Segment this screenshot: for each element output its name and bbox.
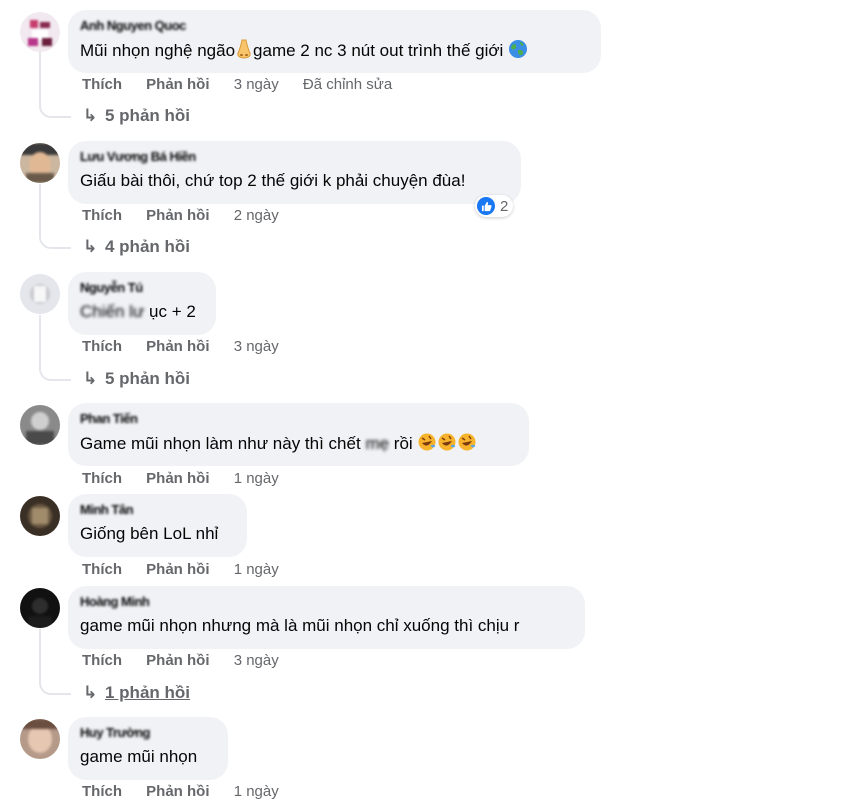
avatar-image: [20, 496, 60, 536]
comment-bubble: Phan Tiến Game mũi nhọn làm như này thì …: [68, 403, 529, 466]
avatar[interactable]: [20, 274, 60, 314]
avatar-image: [20, 12, 60, 52]
comment-timestamp[interactable]: 1 ngày: [234, 561, 279, 578]
globe-emoji-icon: [508, 39, 528, 65]
reply-arrow-icon: ↳: [83, 237, 98, 256]
reply-button[interactable]: Phản hồi: [146, 76, 209, 93]
view-replies-link[interactable]: ↳ 4 phản hồi: [83, 236, 190, 258]
replies-count: 5 phản hồi: [105, 106, 190, 125]
avatar-image: [20, 719, 60, 759]
comment-text: Giống bên LoL nhỉ: [80, 524, 219, 543]
avatar-image: [20, 405, 60, 445]
comment-actions: Thích Phản hồi 3 ngày: [82, 651, 299, 671]
comment-bubble: Anh Nguyen Quoc Mũi nhọn nghệ ngão game 2…: [68, 10, 601, 73]
comment-bubble: Hoàng Minh game mũi nhọn nhưng mà là mũi…: [68, 586, 585, 649]
comment-timestamp[interactable]: 3 ngày: [234, 76, 279, 93]
like-button[interactable]: Thích: [82, 783, 122, 800]
comment-author[interactable]: Anh Nguyen Quoc: [80, 18, 589, 34]
comment-bubble: Huy Trường game mũi nhọn: [68, 717, 228, 780]
comment-author[interactable]: Lưu Vương Bá Hiền: [80, 149, 509, 165]
reply-arrow-icon: ↳: [83, 683, 98, 702]
comment-text: game mũi nhọn nhưng mà là mũi nhọn chỉ x…: [80, 616, 520, 635]
avatar-image: [20, 274, 60, 314]
avatar[interactable]: [20, 588, 60, 628]
comment-text: Giấu bài thôi, chứ top 2 thế giới k phải…: [80, 171, 466, 190]
thread-line: [39, 184, 41, 222]
comment-timestamp[interactable]: 1 ngày: [234, 783, 279, 800]
thread-connector: [39, 90, 71, 118]
view-replies-link[interactable]: ↳ 1 phản hồi: [83, 682, 190, 704]
reply-button[interactable]: Phản hồi: [146, 652, 209, 669]
comment-timestamp[interactable]: 1 ngày: [234, 470, 279, 487]
like-icon: [477, 197, 495, 215]
reply-button[interactable]: Phản hồi: [146, 338, 209, 355]
avatar[interactable]: [20, 719, 60, 759]
avatar-image: [20, 588, 60, 628]
comment-author[interactable]: Hoàng Minh: [80, 594, 573, 610]
like-button[interactable]: Thích: [82, 652, 122, 669]
comment-text: game mũi nhọn: [80, 747, 198, 766]
reaction-badge[interactable]: 2: [475, 195, 514, 217]
like-button[interactable]: Thích: [82, 207, 122, 224]
comment-actions: Thích Phản hồi 2 ngày: [82, 206, 299, 226]
comment-timestamp[interactable]: 3 ngày: [234, 338, 279, 355]
avatar[interactable]: [20, 143, 60, 183]
replies-count: 1 phản hồi: [105, 683, 190, 702]
comment-text-part: ục + 2: [149, 302, 196, 321]
thread-line: [39, 315, 41, 353]
comment-text-part: rồi: [393, 434, 413, 453]
comment-text-part: Mũi nhọn nghệ ngão: [80, 41, 236, 60]
reply-button[interactable]: Phản hồi: [146, 470, 209, 487]
thread-connector: [39, 353, 71, 381]
reply-arrow-icon: ↳: [83, 106, 98, 125]
comment-timestamp[interactable]: 3 ngày: [234, 652, 279, 669]
nose-emoji-icon: [235, 39, 253, 65]
comment-text-part: Game mũi nhọn làm như này thì chết: [80, 434, 361, 453]
like-button[interactable]: Thích: [82, 76, 122, 93]
comment-text-part: game 2 nc 3 nút out trình thế giới: [253, 41, 504, 60]
avatar[interactable]: [20, 496, 60, 536]
avatar[interactable]: [20, 405, 60, 445]
avatar[interactable]: [20, 12, 60, 52]
comment-author[interactable]: Minh Tân: [80, 502, 235, 518]
comment-text-censored: mẹ: [365, 434, 390, 453]
view-replies-link[interactable]: ↳ 5 phản hồi: [83, 368, 190, 390]
thread-line: [39, 629, 41, 667]
comment-bubble: Minh Tân Giống bên LoL nhỉ: [68, 494, 247, 557]
thread-line: [39, 52, 41, 90]
avatar-image: [20, 143, 60, 183]
comment-author[interactable]: Huy Trường: [80, 725, 216, 741]
comment-bubble: Nguyễn Tú Chiến lư ục + 2: [68, 272, 216, 335]
comment-actions: Thích Phản hồi 1 ngày: [82, 782, 299, 802]
comment-actions: Thích Phản hồi 3 ngày: [82, 337, 299, 357]
reply-arrow-icon: ↳: [83, 369, 98, 388]
comment-author[interactable]: Nguyễn Tú: [80, 280, 204, 296]
replies-count: 4 phản hồi: [105, 237, 190, 256]
replies-count: 5 phản hồi: [105, 369, 190, 388]
reply-button[interactable]: Phản hồi: [146, 783, 209, 800]
view-replies-link[interactable]: ↳ 5 phản hồi: [83, 105, 190, 127]
comment-text: Game mũi nhọn làm như này thì chết mẹ rồ…: [80, 432, 517, 458]
like-button[interactable]: Thích: [82, 338, 122, 355]
reply-button[interactable]: Phản hồi: [146, 561, 209, 578]
reaction-count: 2: [500, 197, 509, 215]
reply-button[interactable]: Phản hồi: [146, 207, 209, 224]
comment-bubble: Lưu Vương Bá Hiền Giấu bài thôi, chứ top…: [68, 141, 521, 204]
thread-connector: [39, 667, 71, 695]
comment-text: Mũi nhọn nghệ ngão game 2 nc 3 nút out tr…: [80, 39, 589, 65]
comment-author[interactable]: Phan Tiến: [80, 411, 517, 427]
comment-text: Chiến lư ục + 2: [80, 301, 204, 323]
comment-actions: Thích Phản hồi 1 ngày: [82, 469, 299, 489]
like-button[interactable]: Thích: [82, 470, 122, 487]
edited-label: Đã chỉnh sửa: [302, 76, 393, 93]
comment-text-censored: Chiến lư: [80, 302, 145, 321]
comment-timestamp[interactable]: 2 ngày: [234, 207, 279, 224]
thread-connector: [39, 222, 71, 249]
comment-actions: Thích Phản hồi 1 ngày: [82, 560, 299, 580]
comment-actions: Thích Phản hồi 3 ngày Đã chỉnh sửa: [82, 75, 392, 95]
like-button[interactable]: Thích: [82, 561, 122, 578]
rofl-emoji-icon: [417, 432, 477, 458]
